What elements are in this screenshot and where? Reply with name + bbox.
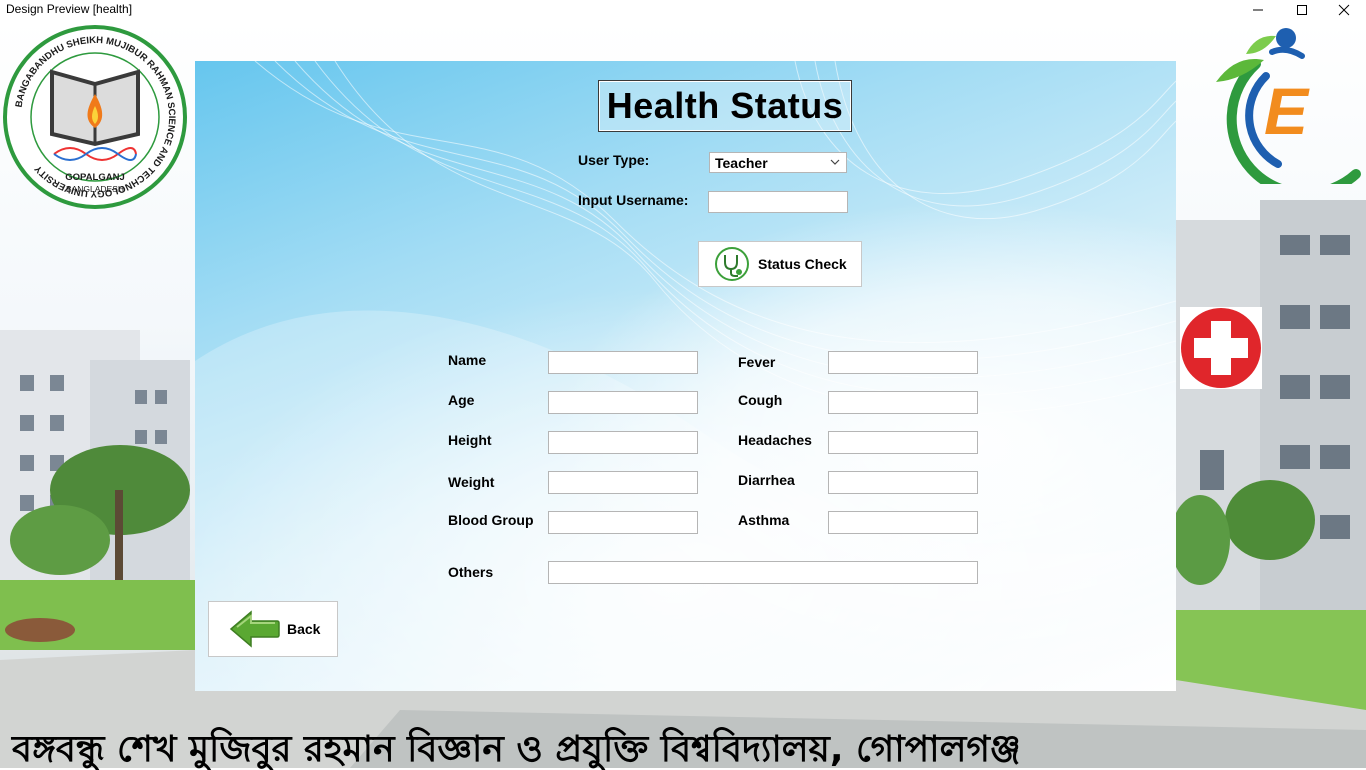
user-type-label: User Type:	[578, 152, 650, 168]
cough-label: Cough	[738, 392, 783, 408]
page-title: Health Status	[606, 85, 844, 126]
headaches-field[interactable]	[828, 431, 978, 454]
others-label: Others	[448, 564, 494, 580]
university-bangla-title: বঙ্গবন্ধু শেখ মুজিবুর রহমান বিজ্ঞান ও প্…	[12, 729, 1021, 770]
back-label: Back	[287, 621, 321, 637]
maximize-button[interactable]	[1280, 0, 1324, 20]
headaches-label: Headaches	[738, 432, 812, 448]
others-field[interactable]	[548, 561, 978, 584]
fever-field[interactable]	[828, 351, 978, 374]
app-logo-letter: E	[1264, 74, 1310, 148]
maximize-icon	[1297, 5, 1307, 15]
close-button[interactable]	[1322, 0, 1366, 20]
weight-field[interactable]	[548, 471, 698, 494]
window-titlebar: Design Preview [health]	[0, 0, 1366, 21]
status-check-button[interactable]: Status Check	[698, 241, 862, 287]
diarrhea-field[interactable]	[828, 471, 978, 494]
stethoscope-icon	[715, 247, 749, 281]
username-input[interactable]	[708, 191, 848, 213]
minimize-icon	[1253, 9, 1263, 11]
user-type-value: Teacher	[715, 154, 768, 171]
chevron-down-icon	[830, 159, 840, 165]
height-label: Height	[448, 432, 492, 448]
university-country: BANGLADESH	[66, 184, 124, 194]
panel-wave-decoration	[195, 61, 1176, 691]
username-label: Input Username:	[578, 192, 689, 208]
diarrhea-label: Diarrhea	[738, 472, 795, 488]
minimize-button[interactable]	[1236, 0, 1280, 20]
app-logo: E	[1206, 24, 1366, 199]
name-label: Name	[448, 352, 487, 368]
user-type-select[interactable]: Teacher	[709, 152, 847, 173]
blood-group-field[interactable]	[548, 511, 698, 534]
asthma-field[interactable]	[828, 511, 978, 534]
name-field[interactable]	[548, 351, 698, 374]
university-place: GOPALGANJ	[65, 172, 124, 183]
back-arrow-icon	[229, 610, 280, 648]
status-check-label: Status Check	[758, 256, 847, 272]
window-title: Design Preview [health]	[6, 2, 133, 16]
health-panel	[195, 61, 1176, 691]
page-title-box: Health Status	[598, 80, 852, 132]
blood-group-label: Blood Group	[448, 512, 534, 528]
fever-label: Fever	[738, 354, 776, 370]
age-label: Age	[448, 392, 475, 408]
back-button[interactable]: Back	[208, 601, 338, 657]
university-logo: BANGABANDHU SHEIKH MUJIBUR RAHMAN SCIENC…	[0, 22, 190, 212]
age-field[interactable]	[548, 391, 698, 414]
height-field[interactable]	[548, 431, 698, 454]
medical-cross-icon	[1180, 307, 1262, 389]
weight-label: Weight	[448, 474, 495, 490]
close-icon	[1338, 4, 1350, 16]
cough-field[interactable]	[828, 391, 978, 414]
asthma-label: Asthma	[738, 512, 790, 528]
